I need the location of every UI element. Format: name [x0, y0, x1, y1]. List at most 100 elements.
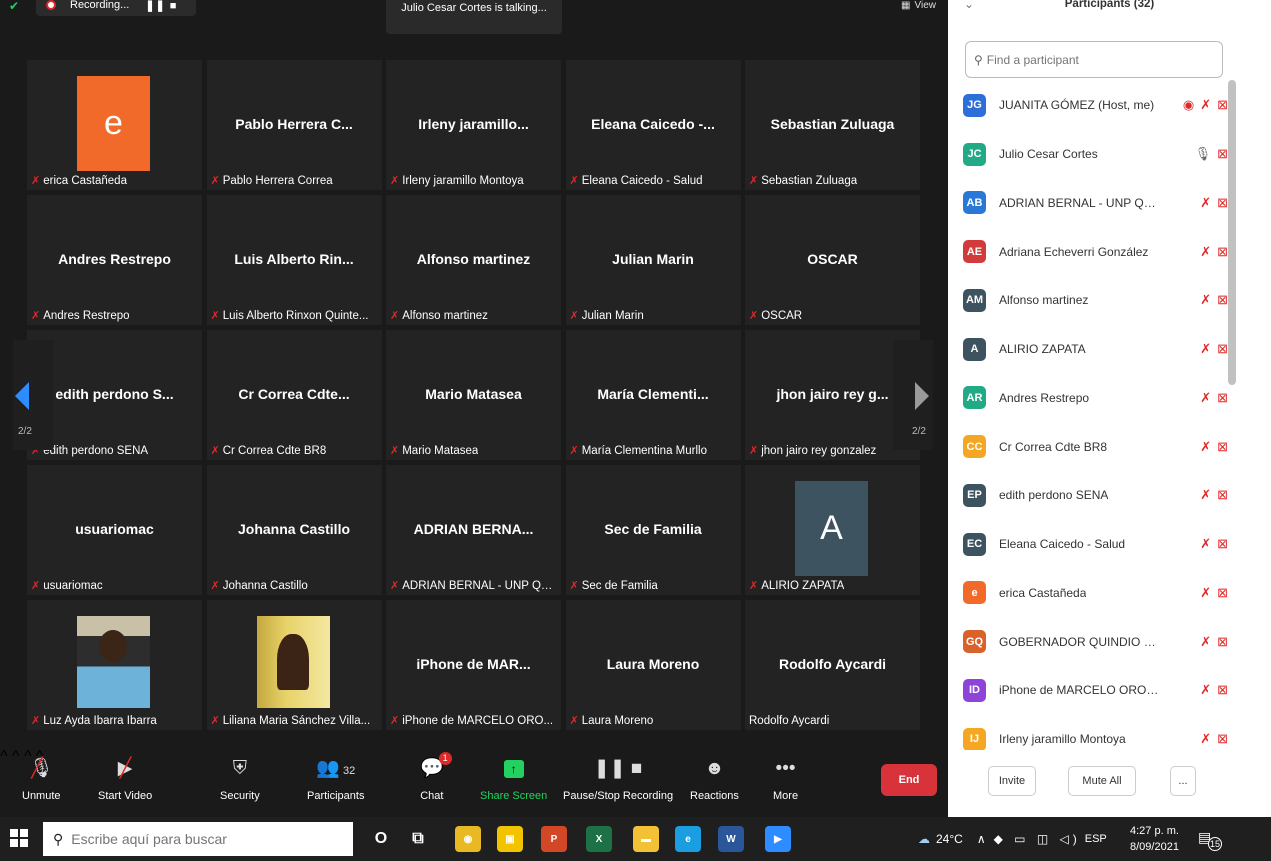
- taskbar-clock[interactable]: 4:27 p. m. 8/09/2021: [1130, 823, 1179, 855]
- participant-row[interactable]: A ALIRIO ZAPATA ✗ ⊠: [948, 325, 1238, 374]
- end-button[interactable]: End: [881, 764, 937, 796]
- mute-all-button[interactable]: Mute All: [1068, 766, 1136, 796]
- cortana-icon[interactable]: O: [368, 826, 394, 852]
- security-button[interactable]: ⛨ Security: [220, 756, 260, 802]
- video-tile[interactable]: Irleny jaramillo... ✗ Irleny jaramillo Mon…: [386, 60, 561, 190]
- video-tile[interactable]: OSCAR ✗ OSCAR: [745, 195, 920, 325]
- unmute-button[interactable]: 🎙 ╱ Unmute: [22, 756, 61, 802]
- video-tile[interactable]: Mario Matasea ✗ Mario Matasea: [386, 330, 561, 460]
- windows-taskbar: ⚲ O ⧉ ◉ ▣ PX ▬ eW ▶ ☁ 24°C ∧ ◆ ▭ ◫ ◁) ESP 4:27 …: [0, 817, 1271, 861]
- participant-row[interactable]: IJ Irleny jaramillo Montoya ✗ ⊠: [948, 715, 1238, 750]
- participant-status-icons: ✗ ⊠: [1156, 634, 1228, 650]
- video-tile[interactable]: Johanna Castillo ✗ Johanna Castillo: [206, 465, 382, 595]
- participant-search-input[interactable]: [986, 52, 1207, 67]
- mic-muted-icon: ✗: [749, 175, 759, 187]
- tile-name-label: ✗ Pablo Herrera Correa: [211, 175, 336, 187]
- video-tile[interactable]: usuariomac ✗ usuariomac: [27, 465, 202, 595]
- video-tile[interactable]: edith perdono S... ✗ edith perdono SENA: [27, 330, 202, 460]
- video-tile[interactable]: e ✗ erica Castañeda: [27, 60, 202, 190]
- store-icon[interactable]: ▣: [497, 826, 523, 852]
- chat-button[interactable]: 💬 1 Chat: [420, 752, 452, 802]
- share-screen-button[interactable]: ↑ Share Screen: [480, 756, 547, 802]
- tile-display-name: María Clementi...: [597, 386, 709, 402]
- participant-status-icons: 🎙 ⊠: [1156, 146, 1228, 162]
- taskbar-search[interactable]: ⚲: [43, 822, 353, 856]
- video-tile[interactable]: ✗ Liliana Maria Sánchez Villa...: [206, 600, 382, 730]
- excel-icon[interactable]: X: [586, 826, 612, 852]
- participant-row[interactable]: ABADRIAN BERNAL - UNP QUINDI...✗⊠: [948, 179, 1238, 228]
- tile-display-name: ADRIAN BERNA...: [413, 521, 534, 537]
- participant-avatar: AE: [963, 240, 986, 264]
- video-off-icon: ⊠: [1217, 633, 1228, 649]
- participant-row[interactable]: GQGOBERNADOR QUINDIO ROBE...✗⊠: [948, 617, 1238, 666]
- video-tile[interactable]: ADRIAN BERNA... ✗ ADRIAN BERNAL - UNP QU..…: [386, 465, 561, 595]
- weather-temp[interactable]: 24°C: [936, 832, 963, 846]
- recording-icon: ◉: [1182, 97, 1195, 113]
- encryption-shield-icon[interactable]: ✔: [9, 0, 23, 12]
- recording-indicator[interactable]: Recording... ❚❚ ■: [36, 0, 196, 16]
- word-icon[interactable]: W: [718, 826, 744, 852]
- video-tile[interactable]: Sec de Familia ✗ Sec de Familia: [565, 465, 741, 595]
- tile-display-name: Andres Restrepo: [58, 251, 171, 267]
- participant-row[interactable]: JG JUANITA GÓMEZ (Host, me) ◉ ✗ ⊠: [948, 81, 1238, 130]
- participant-row[interactable]: ID iPhone de MARCELO OROZCO ✗ ⊠: [948, 666, 1238, 715]
- video-tile[interactable]: Andres Restrepo ✗ Andres Restrepo: [27, 195, 202, 325]
- video-tile[interactable]: iPhone de MAR... ✗ iPhone de MARCELO ORO..…: [386, 600, 561, 730]
- video-tile[interactable]: Sebastian Zuluaga ✗ Sebastian Zuluaga: [745, 60, 920, 190]
- tray-icons[interactable]: ◆ ▭ ◫ ◁): [994, 832, 1081, 846]
- participant-row[interactable]: JC Julio Cesar Cortes 🎙 ⊠: [948, 130, 1238, 179]
- participant-row[interactable]: CC Cr Correa Cdte BR8 ✗ ⊠: [948, 422, 1238, 471]
- chrome-icon[interactable]: ◉: [455, 826, 481, 852]
- tile-name-text: Luis Alberto Rinxon Quinte...: [222, 310, 369, 322]
- tile-display-name: iPhone de MAR...: [416, 656, 531, 672]
- weather-icon[interactable]: ☁: [918, 832, 930, 846]
- recording-controls[interactable]: ❚❚ ■: [145, 0, 177, 12]
- participant-row[interactable]: AR Andres Restrepo ✗ ⊠: [948, 374, 1238, 423]
- participant-row[interactable]: EP edith perdono SENA ✗ ⊠: [948, 471, 1238, 520]
- video-tile[interactable]: Julian Marin ✗ Julian Marin: [565, 195, 741, 325]
- zoom-icon[interactable]: ▶: [765, 826, 791, 852]
- participant-avatar: CC: [963, 435, 986, 459]
- participant-row[interactable]: AM Alfonso martinez ✗ ⊠: [948, 276, 1238, 325]
- explorer-icon[interactable]: ▬: [633, 826, 659, 852]
- participants-button[interactable]: 👥 32 Participants: [307, 756, 364, 802]
- video-tile[interactable]: Cr Correa Cdte... ✗ Cr Correa Cdte BR8: [206, 330, 382, 460]
- audio-options-caret[interactable]: ^: [0, 748, 8, 765]
- tray-chevron-icon[interactable]: ∧: [977, 832, 986, 846]
- video-off-icon: ⊠: [1217, 438, 1228, 454]
- video-tile[interactable]: Rodolfo Aycardi Rodolfo Aycardi: [745, 600, 920, 730]
- powerpoint-icon[interactable]: P: [541, 826, 567, 852]
- video-tile[interactable]: ✗ Luz Ayda Ibarra Ibarra: [27, 600, 202, 730]
- video-tile[interactable]: María Clementi... ✗ María Clementina Murll…: [565, 330, 741, 460]
- windows-start-icon[interactable]: [10, 829, 28, 847]
- invite-button[interactable]: Invite: [988, 766, 1036, 796]
- reactions-button[interactable]: ☻ Reactions: [690, 756, 739, 802]
- video-options-caret[interactable]: ^: [12, 748, 20, 765]
- start-video-button[interactable]: ▶ ╱ Start Video: [98, 756, 152, 802]
- participant-list-scrollbar[interactable]: [1228, 80, 1236, 385]
- zoom-window: ✔ Recording... ❚❚ ■ Julio Cesar Cortes i…: [0, 0, 1271, 861]
- video-tile[interactable]: Alfonso martinez ✗ Alfonso martinez: [386, 195, 561, 325]
- grid-icon: ▦: [901, 0, 911, 11]
- video-tile[interactable]: Eleana Caicedo -... ✗ Eleana Caicedo - Sal…: [565, 60, 741, 190]
- video-tile[interactable]: Luis Alberto Rin... ✗ Luis Alberto Rinxon …: [206, 195, 382, 325]
- participant-row[interactable]: e erica Castañeda ✗ ⊠: [948, 569, 1238, 618]
- video-tile[interactable]: A ✗ ALIRIO ZAPATA: [745, 465, 920, 595]
- pause-stop-recording-button[interactable]: ❚❚ ■ Pause/Stop Recording: [563, 756, 673, 802]
- video-tile[interactable]: Laura Moreno ✗ Laura Moreno: [565, 600, 741, 730]
- participants-icon: 👥 32: [316, 758, 356, 779]
- participant-row[interactable]: EC Eleana Caicedo - Salud ✗ ⊠: [948, 520, 1238, 569]
- more-button[interactable]: ••• More: [773, 756, 798, 802]
- view-button[interactable]: ▦ View: [901, 0, 936, 12]
- participant-search[interactable]: ⚲: [965, 41, 1223, 78]
- video-tile[interactable]: Pablo Herrera C... ✗ Pablo Herrera Correa: [206, 60, 382, 190]
- edge-icon[interactable]: e: [675, 826, 701, 852]
- taskbar-search-input[interactable]: [71, 831, 322, 847]
- tile-name-label: ✗ erica Castañeda: [31, 175, 130, 187]
- task-view-icon[interactable]: ⧉: [405, 826, 431, 852]
- notification-center-icon[interactable]: ▤ 15: [1198, 829, 1222, 851]
- language-indicator[interactable]: ESP: [1085, 833, 1107, 845]
- panel-more-button[interactable]: ...: [1170, 766, 1196, 796]
- participants-label: Participants: [307, 790, 365, 802]
- participant-row[interactable]: AE Adriana Echeverri González ✗ ⊠: [948, 227, 1238, 276]
